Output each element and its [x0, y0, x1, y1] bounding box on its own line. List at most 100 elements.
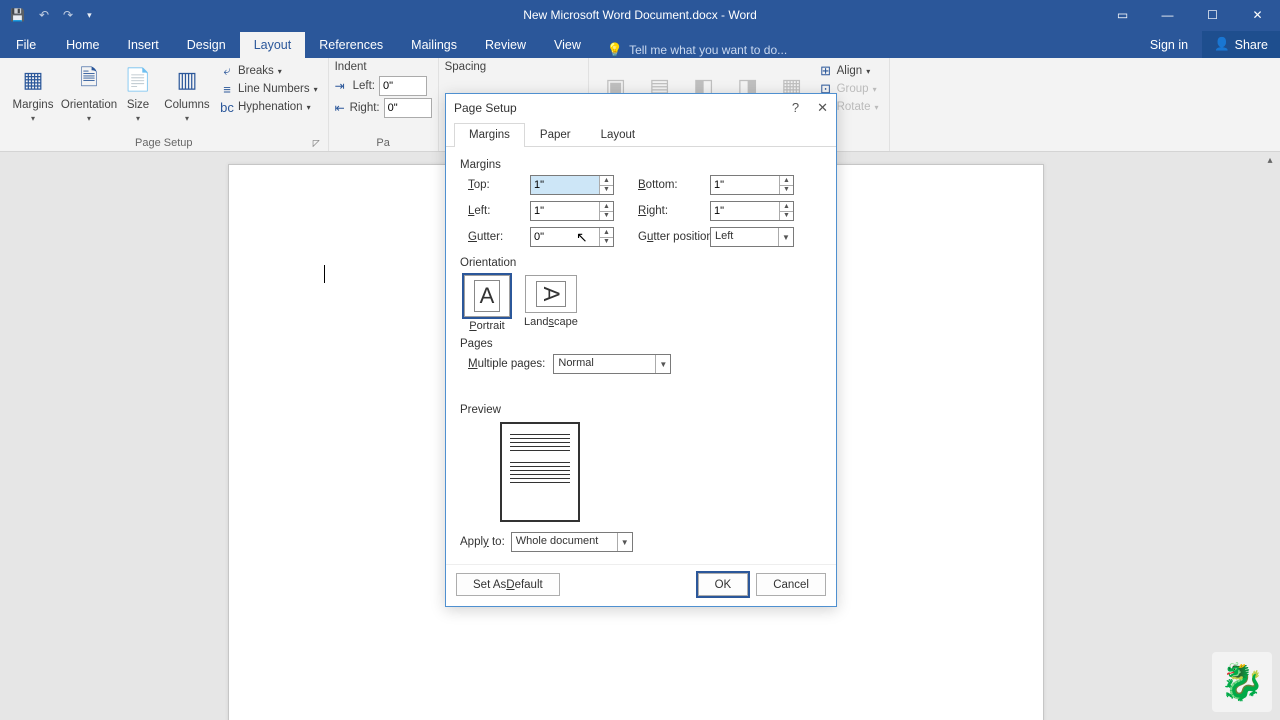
margins-button[interactable]: ▦Margins▾ — [6, 60, 60, 137]
dialog-tab-paper[interactable]: Paper — [525, 123, 586, 147]
spin-down-icon[interactable]: ▼ — [780, 212, 793, 221]
orientation-icon: 🗎 — [73, 64, 105, 96]
spin-down-icon[interactable]: ▼ — [600, 186, 613, 195]
top-spinner[interactable]: ▲▼ — [530, 175, 614, 195]
margins-section-label: Margins — [460, 159, 822, 171]
watermark-icon: 🐉 — [1212, 652, 1272, 712]
spin-up-icon[interactable]: ▲ — [600, 228, 613, 238]
bottom-input[interactable] — [711, 176, 779, 194]
close-button[interactable]: ✕ — [1235, 0, 1280, 30]
orientation-label: Orientation — [61, 99, 117, 111]
share-icon: 👤 — [1214, 37, 1230, 52]
portrait-option[interactable]: A Portrait — [464, 275, 510, 332]
tab-design[interactable]: Design — [173, 32, 240, 58]
spin-down-icon[interactable]: ▼ — [780, 186, 793, 195]
hyphenation-button[interactable]: bcHyphenation ▾ — [216, 99, 322, 115]
ok-button[interactable]: OK — [698, 573, 749, 596]
tell-me-placeholder: Tell me what you want to do... — [629, 43, 787, 57]
tab-home[interactable]: Home — [52, 32, 113, 58]
window-title: New Microsoft Word Document.docx - Word — [523, 8, 757, 22]
size-icon: 📄 — [122, 64, 154, 96]
bottom-spinner[interactable]: ▲▼ — [710, 175, 794, 195]
undo-icon[interactable]: ↶ — [39, 8, 49, 22]
line-numbers-label: Line Numbers — [238, 83, 310, 95]
tell-me-search[interactable]: 💡Tell me what you want to do... — [607, 42, 787, 58]
redo-icon[interactable]: ↷ — [63, 8, 73, 22]
gutter-input[interactable] — [531, 228, 599, 246]
page-setup-dialog: Page Setup ? ✕ Margins Paper Layout Marg… — [445, 93, 837, 607]
cancel-button[interactable]: Cancel — [756, 573, 826, 596]
dialog-titlebar[interactable]: Page Setup ? ✕ — [446, 94, 836, 122]
qat-customize-icon[interactable]: ▾ — [87, 10, 92, 21]
chevron-down-icon[interactable]: ▼ — [778, 228, 793, 246]
share-button[interactable]: 👤 Share — [1202, 31, 1280, 58]
apply-to-value: Whole document — [512, 533, 617, 551]
tab-review[interactable]: Review — [471, 32, 540, 58]
gutter-position-combo[interactable]: Left▼ — [710, 227, 794, 247]
preview-section-label: Preview — [460, 404, 822, 416]
spin-up-icon[interactable]: ▲ — [600, 202, 613, 212]
titlebar: 💾 ↶ ↷ ▾ New Microsoft Word Document.docx… — [0, 0, 1280, 30]
margins-icon: ▦ — [17, 64, 49, 96]
tab-references[interactable]: References — [305, 32, 397, 58]
left-spinner[interactable]: ▲▼ — [530, 201, 614, 221]
share-label: Share — [1235, 38, 1268, 52]
spin-down-icon[interactable]: ▼ — [600, 238, 613, 247]
dialog-tab-margins[interactable]: Margins — [454, 123, 525, 147]
spacing-header: Spacing — [445, 61, 582, 73]
spin-down-icon[interactable]: ▼ — [600, 212, 613, 221]
indent-left-input[interactable] — [379, 76, 427, 96]
indent-left-row: ⇥Left: — [335, 76, 432, 96]
columns-button[interactable]: ▥Columns▾ — [160, 60, 214, 137]
dialog-tab-layout[interactable]: Layout — [586, 123, 651, 147]
bottom-label: Bottom: — [620, 179, 710, 191]
chevron-down-icon[interactable]: ▼ — [655, 355, 670, 373]
tab-file[interactable]: File — [0, 32, 52, 58]
line-numbers-button[interactable]: ≡Line Numbers ▾ — [216, 81, 322, 97]
multiple-pages-combo[interactable]: Normal▼ — [553, 354, 671, 374]
size-button[interactable]: 📄Size▾ — [118, 60, 158, 137]
maximize-button[interactable]: ☐ — [1190, 0, 1235, 30]
dialog-close-button[interactable]: ✕ — [817, 100, 828, 116]
breaks-icon: ⤶ — [220, 64, 234, 78]
group-label: Group — [837, 83, 869, 95]
left-input[interactable] — [531, 202, 599, 220]
breaks-button[interactable]: ⤶Breaks ▾ — [216, 63, 322, 79]
indent-right-row: ⇤Right: — [335, 98, 432, 118]
multiple-pages-label: Multiple pages: — [468, 358, 545, 370]
chevron-down-icon[interactable]: ▼ — [617, 533, 632, 551]
tab-layout[interactable]: Layout — [240, 32, 306, 58]
save-icon[interactable]: 💾 — [10, 8, 25, 22]
margins-label: Margins — [13, 99, 54, 111]
sign-in-link[interactable]: Sign in — [1136, 32, 1202, 58]
hyphenation-label: Hyphenation — [238, 101, 303, 113]
tab-view[interactable]: View — [540, 32, 595, 58]
gutter-spinner[interactable]: ▲▼ — [530, 227, 614, 247]
spin-up-icon[interactable]: ▲ — [600, 176, 613, 186]
dialog-help-button[interactable]: ? — [792, 100, 799, 116]
minimize-button[interactable]: — — [1145, 0, 1190, 30]
right-input[interactable] — [711, 202, 779, 220]
tab-insert[interactable]: Insert — [114, 32, 173, 58]
top-input[interactable] — [531, 176, 599, 194]
orientation-section-label: Orientation — [460, 257, 822, 269]
scroll-up-button[interactable]: ▴ — [1262, 152, 1278, 168]
spin-up-icon[interactable]: ▲ — [780, 176, 793, 186]
tab-mailings[interactable]: Mailings — [397, 32, 471, 58]
spin-up-icon[interactable]: ▲ — [780, 202, 793, 212]
indent-right-input[interactable] — [384, 98, 432, 118]
group-page-setup: ▦Margins▾ 🗎Orientation▾ 📄Size▾ ▥Columns▾… — [0, 58, 329, 151]
apply-to-combo[interactable]: Whole document▼ — [511, 532, 633, 552]
group-indent: Indent ⇥Left: ⇤Right: Pa — [329, 58, 439, 151]
top-label: Top: — [468, 179, 530, 191]
indent-header: Indent — [335, 61, 432, 73]
ribbon-options-icon[interactable]: ▭ — [1100, 0, 1145, 30]
landscape-option[interactable]: A Landscape — [524, 275, 578, 332]
page-setup-dialog-launcher[interactable]: ◸ — [313, 138, 320, 149]
indent-right-label: Right: — [350, 102, 380, 114]
right-spinner[interactable]: ▲▼ — [710, 201, 794, 221]
align-button[interactable]: ⊞Align ▾ — [815, 63, 883, 79]
set-as-default-button[interactable]: Set As Default — [456, 573, 560, 596]
orientation-button[interactable]: 🗎Orientation▾ — [62, 60, 116, 137]
dialog-title: Page Setup — [454, 101, 517, 115]
